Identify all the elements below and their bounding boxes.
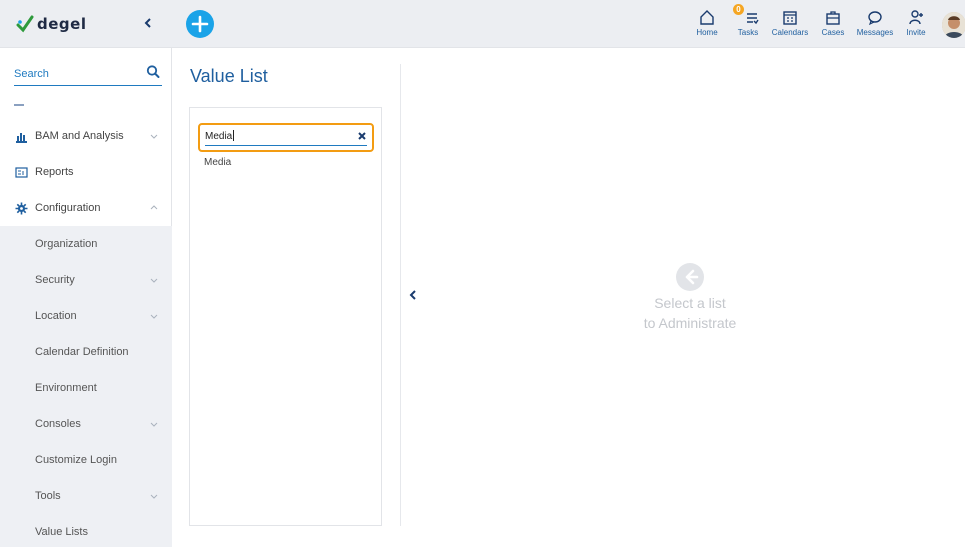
logo[interactable]: degel: [16, 13, 86, 35]
calendars-label: Calendars: [771, 28, 809, 37]
sidebar-item-tools[interactable]: Tools: [0, 478, 172, 514]
chevron-up-icon: [150, 205, 158, 210]
chevron-down-icon: [150, 314, 158, 319]
sidebar: Search BAM and Analysis Reports Configur…: [0, 48, 172, 547]
chevron-down-icon: [150, 494, 158, 499]
calendars-button[interactable]: Calendars: [771, 7, 809, 37]
empty-state-text-line2: to Administrate: [643, 315, 737, 331]
sidebar-item-customize-login[interactable]: Customize Login: [0, 442, 172, 478]
gear-icon: [15, 202, 28, 214]
sidebar-item-label: Organization: [35, 238, 98, 250]
sidebar-item-security[interactable]: Security: [0, 262, 172, 298]
sidebar-item-reports[interactable]: Reports: [0, 154, 172, 190]
messages-label: Messages: [856, 28, 894, 37]
chevron-down-icon: [150, 134, 158, 139]
home-label: Home: [696, 28, 718, 37]
sidebar-item-location[interactable]: Location: [0, 298, 172, 334]
user-photo-icon: [942, 12, 965, 38]
arrow-left-circle-icon: [676, 263, 704, 291]
sidebar-item-organization[interactable]: Organization: [0, 226, 172, 262]
plus-icon: [191, 15, 209, 33]
sidebar-item-label: Tools: [35, 490, 61, 502]
invite-label: Invite: [906, 28, 926, 37]
sidebar-item-label: Customize Login: [35, 454, 117, 466]
report-icon: [15, 166, 28, 178]
sidebar-item-label: Location: [35, 310, 77, 322]
close-icon: [358, 132, 366, 140]
collapse-list-panel-button[interactable]: [408, 289, 418, 301]
sidebar-item-calendar-definition[interactable]: Calendar Definition: [0, 334, 172, 370]
sidebar-item-label: Reports: [35, 166, 74, 178]
logo-icon: [16, 15, 34, 33]
sidebar-item-environment[interactable]: Environment: [0, 370, 172, 406]
text-caret: [233, 130, 235, 141]
cases-button[interactable]: Cases: [820, 7, 846, 37]
add-user-icon: [909, 10, 923, 25]
collapse-sidebar-button[interactable]: [143, 16, 157, 32]
list-panel: Media Media: [189, 107, 382, 526]
chevron-left-icon: [409, 290, 416, 300]
filter-value-text: Media: [205, 131, 233, 142]
empty-state: Select a list to Administrate: [580, 262, 800, 332]
chat-bubble-icon: [868, 11, 882, 26]
top-bar: degel Home Tasks 0 Calendars Cases Messa…: [0, 0, 965, 48]
sidebar-item-label: Value Lists: [35, 526, 88, 538]
home-button[interactable]: Home: [693, 7, 721, 37]
briefcase-icon: [826, 11, 840, 25]
scrolled-item-fragment: [14, 103, 174, 108]
cases-label: Cases: [821, 28, 845, 37]
filter-input[interactable]: Media: [198, 123, 374, 152]
filter-underline: [205, 145, 367, 146]
home-icon: [700, 10, 714, 25]
filter-input-value: Media: [205, 130, 235, 142]
messages-button[interactable]: Messages: [856, 7, 894, 37]
sidebar-item-label: Configuration: [35, 202, 101, 214]
sidebar-item-label: Consoles: [35, 418, 81, 430]
chevron-down-icon: [150, 278, 158, 283]
avatar[interactable]: [942, 12, 965, 38]
sidebar-item-label: BAM and Analysis: [35, 130, 124, 142]
sidebar-item-consoles[interactable]: Consoles: [0, 406, 172, 442]
search-icon[interactable]: [146, 64, 160, 80]
chevron-down-icon: [150, 422, 158, 427]
sidebar-item-label: Environment: [35, 382, 97, 394]
sidebar-item-label: Security: [35, 274, 75, 286]
search-placeholder: Search: [14, 68, 49, 80]
calendar-icon: [783, 11, 797, 25]
clear-filter-button[interactable]: [358, 129, 366, 143]
empty-state-text-line1: Select a list: [654, 295, 726, 311]
sidebar-search[interactable]: Search: [14, 64, 162, 86]
sidebar-item-value-lists[interactable]: Value Lists: [0, 514, 172, 547]
tasks-badge: 0: [733, 4, 744, 15]
sidebar-item-bam[interactable]: BAM and Analysis: [0, 118, 172, 154]
tasks-label: Tasks: [737, 28, 759, 37]
sidebar-item-label: Calendar Definition: [35, 346, 129, 358]
page-title: Value List: [190, 66, 268, 86]
bar-chart-icon: [16, 132, 27, 143]
invite-button[interactable]: Invite: [904, 7, 928, 37]
sidebar-item-configuration[interactable]: Configuration: [0, 190, 172, 226]
chevron-left-icon: [144, 18, 151, 28]
logo-text: degel: [37, 15, 87, 33]
panel-divider: [400, 64, 401, 526]
add-button[interactable]: [186, 10, 214, 38]
list-item[interactable]: Media: [204, 157, 231, 168]
